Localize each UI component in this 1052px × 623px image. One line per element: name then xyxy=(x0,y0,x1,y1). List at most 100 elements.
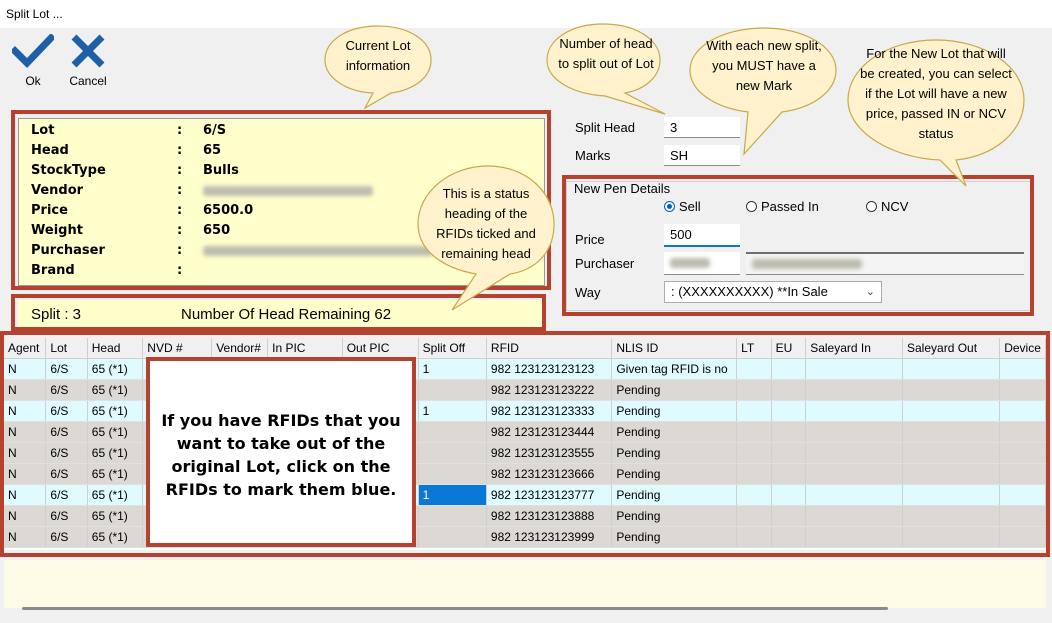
table-cell[interactable] xyxy=(999,526,1046,548)
column-header[interactable]: NVD # xyxy=(142,338,213,359)
column-header[interactable]: LT xyxy=(736,338,772,359)
table-cell[interactable]: 982 123123123444 xyxy=(486,421,613,443)
table-cell[interactable]: N xyxy=(4,379,47,401)
table-cell[interactable] xyxy=(418,379,487,401)
table-cell[interactable]: 65 (*1) xyxy=(87,400,144,422)
purchaser-code-input[interactable] xyxy=(664,252,740,275)
table-cell[interactable]: 6/S xyxy=(45,358,88,380)
column-header[interactable]: Split Off xyxy=(418,338,487,359)
table-cell[interactable]: 65 (*1) xyxy=(87,505,144,527)
table-cell[interactable] xyxy=(771,484,807,506)
column-header[interactable]: Vendor# xyxy=(211,338,269,359)
table-cell[interactable] xyxy=(999,358,1046,380)
column-header[interactable]: Saleyard In xyxy=(805,338,903,359)
table-cell[interactable]: 982 123123123777 xyxy=(486,484,613,506)
table-cell[interactable] xyxy=(418,505,487,527)
table-cell[interactable]: 982 123123123123 xyxy=(486,358,613,380)
price-input[interactable] xyxy=(664,224,740,247)
table-cell[interactable] xyxy=(805,463,903,485)
table-cell[interactable]: N xyxy=(4,358,47,380)
table-cell[interactable] xyxy=(999,484,1046,506)
table-cell[interactable]: 1 xyxy=(418,400,487,422)
table-cell[interactable]: Pending xyxy=(611,400,738,422)
table-cell[interactable]: N xyxy=(4,505,47,527)
radio-sell[interactable]: Sell xyxy=(664,199,701,214)
table-cell[interactable] xyxy=(902,505,1001,527)
table-cell[interactable] xyxy=(902,379,1001,401)
table-cell[interactable]: 6/S xyxy=(45,421,88,443)
table-cell[interactable] xyxy=(999,505,1046,527)
table-cell[interactable]: 1 xyxy=(418,358,487,380)
table-cell[interactable] xyxy=(805,526,903,548)
table-cell[interactable] xyxy=(736,421,772,443)
table-cell[interactable] xyxy=(736,379,772,401)
table-cell[interactable] xyxy=(805,358,903,380)
table-cell[interactable] xyxy=(805,421,903,443)
table-cell[interactable] xyxy=(736,358,772,380)
radio-passed-in[interactable]: Passed In xyxy=(746,199,819,214)
table-cell[interactable]: 982 123123123333 xyxy=(486,400,613,422)
radio-ncv[interactable]: NCV xyxy=(866,199,908,214)
ok-button[interactable]: Ok xyxy=(8,34,58,96)
table-cell[interactable] xyxy=(736,400,772,422)
table-cell[interactable]: N xyxy=(4,421,47,443)
table-cell[interactable] xyxy=(805,379,903,401)
table-cell[interactable] xyxy=(771,358,807,380)
way-select[interactable]: : (XXXXXXXXXX) **In Sale ⌄ xyxy=(664,281,882,303)
purchaser-name-input[interactable] xyxy=(746,252,1024,275)
table-cell[interactable] xyxy=(805,442,903,464)
table-cell[interactable]: N xyxy=(4,442,47,464)
table-cell[interactable] xyxy=(805,400,903,422)
column-header[interactable]: NLIS ID xyxy=(611,338,738,359)
column-header[interactable]: Lot xyxy=(45,338,88,359)
table-cell[interactable]: 6/S xyxy=(45,463,88,485)
table-cell[interactable] xyxy=(902,358,1001,380)
table-cell[interactable]: N xyxy=(4,526,47,548)
table-cell[interactable]: Pending xyxy=(611,484,738,506)
column-header[interactable]: Saleyard Out xyxy=(902,338,1001,359)
column-header[interactable]: Device xyxy=(999,338,1046,359)
table-cell[interactable] xyxy=(771,442,807,464)
table-cell[interactable]: Pending xyxy=(611,379,738,401)
table-cell[interactable] xyxy=(771,379,807,401)
table-cell[interactable]: 6/S xyxy=(45,505,88,527)
table-cell[interactable]: N xyxy=(4,484,47,506)
table-cell[interactable]: 65 (*1) xyxy=(87,442,144,464)
column-header[interactable]: EU xyxy=(771,338,807,359)
table-cell[interactable]: 65 (*1) xyxy=(87,526,144,548)
table-cell[interactable] xyxy=(736,484,772,506)
table-cell[interactable] xyxy=(902,421,1001,443)
table-cell[interactable] xyxy=(736,526,772,548)
table-cell[interactable]: Pending xyxy=(611,526,738,548)
table-cell[interactable]: 6/S xyxy=(45,442,88,464)
table-cell[interactable]: 65 (*1) xyxy=(87,421,144,443)
table-cell[interactable] xyxy=(902,463,1001,485)
table-cell[interactable]: 982 123123123666 xyxy=(486,463,613,485)
table-cell[interactable]: 65 (*1) xyxy=(87,484,144,506)
table-cell[interactable] xyxy=(999,442,1046,464)
table-cell[interactable]: N xyxy=(4,463,47,485)
table-cell[interactable]: Pending xyxy=(611,421,738,443)
table-cell[interactable]: Pending xyxy=(611,442,738,464)
table-cell[interactable] xyxy=(805,484,903,506)
table-cell[interactable] xyxy=(902,400,1001,422)
table-cell[interactable] xyxy=(736,505,772,527)
table-cell[interactable] xyxy=(805,505,903,527)
table-cell[interactable] xyxy=(902,442,1001,464)
column-header[interactable]: In PIC xyxy=(267,338,343,359)
table-cell[interactable]: 65 (*1) xyxy=(87,463,144,485)
table-cell[interactable]: 6/S xyxy=(45,526,88,548)
table-cell[interactable] xyxy=(736,442,772,464)
table-cell[interactable]: N xyxy=(4,400,47,422)
table-cell[interactable] xyxy=(771,421,807,443)
table-cell[interactable]: 65 (*1) xyxy=(87,358,144,380)
table-cell[interactable]: 982 123123123222 xyxy=(486,379,613,401)
column-header[interactable]: Head xyxy=(87,338,144,359)
table-cell[interactable] xyxy=(999,379,1046,401)
table-cell[interactable] xyxy=(771,463,807,485)
table-cell[interactable]: 65 (*1) xyxy=(87,379,144,401)
table-cell[interactable] xyxy=(418,526,487,548)
table-cell[interactable] xyxy=(418,442,487,464)
table-cell[interactable] xyxy=(771,400,807,422)
column-header[interactable]: RFID xyxy=(486,338,613,359)
